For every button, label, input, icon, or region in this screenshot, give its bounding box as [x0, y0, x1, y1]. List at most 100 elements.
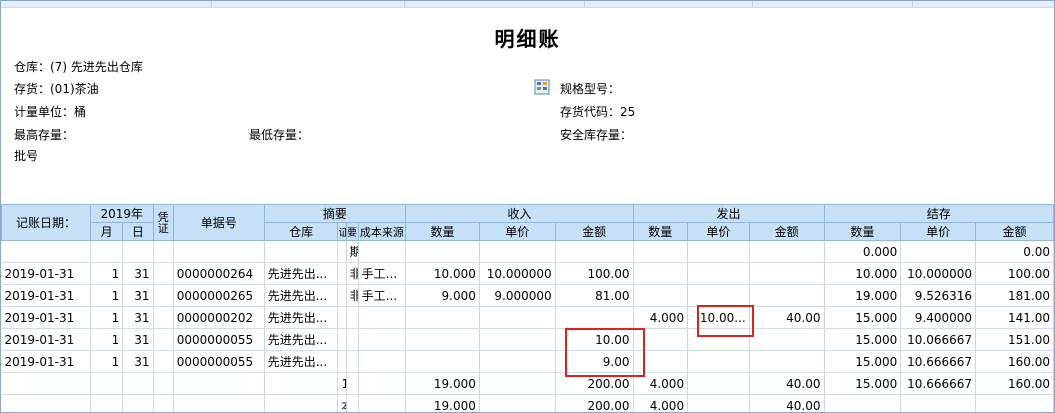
cell-receipt-price[interactable]	[479, 394, 556, 412]
cell-receipt-amount[interactable]: 100.00	[555, 262, 634, 285]
cell-balance-qty[interactable]: 15.000	[824, 328, 902, 351]
cell-doc-no[interactable]	[173, 240, 265, 263]
cell-receipt-amount[interactable]: 200.00	[555, 372, 634, 395]
cell-balance-qty[interactable]: 10.000	[824, 262, 902, 285]
cell-date[interactable]	[1, 372, 91, 395]
cell-doc-no[interactable]: 0000000055	[173, 328, 265, 351]
cell-receipt-price[interactable]	[479, 372, 556, 395]
cell-cost-source[interactable]	[358, 350, 407, 373]
cell-issue-qty[interactable]	[633, 350, 689, 373]
cell-receipt-qty[interactable]	[405, 350, 480, 373]
cell-balance-amount[interactable]: 151.00	[975, 328, 1054, 351]
cell-issue-qty[interactable]: 4.000	[633, 306, 689, 329]
cell-issue-qty[interactable]	[633, 284, 689, 307]
cell-doc-no[interactable]	[173, 394, 265, 412]
cell-receipt-qty[interactable]: 10.000	[405, 262, 480, 285]
cell-receipt-price[interactable]	[479, 328, 556, 351]
cell-issue-amount[interactable]: 40.00	[749, 372, 825, 395]
cell-date[interactable]: 2019-01-31	[1, 328, 91, 351]
cell-sub2[interactable]	[346, 350, 359, 373]
cell-date[interactable]: 2019-01-31	[1, 306, 91, 329]
cell-sub2[interactable]: 非	[346, 284, 359, 307]
cell-voucher[interactable]	[153, 372, 174, 395]
col-header-balance-amount[interactable]: 金额	[975, 222, 1054, 241]
cell-receipt-qty[interactable]	[405, 306, 480, 329]
cell-doc-no[interactable]: 0000000264	[173, 262, 265, 285]
cell-voucher[interactable]	[153, 328, 174, 351]
col-header-issue[interactable]: 发出	[632, 204, 825, 223]
cell-warehouse[interactable]: 先进先出...	[264, 328, 339, 351]
cell-warehouse[interactable]: 先进先出...	[264, 306, 339, 329]
cell-receipt-price[interactable]	[479, 350, 556, 373]
cell-warehouse[interactable]	[264, 372, 339, 395]
cell-cost-source[interactable]: 手工...	[358, 284, 407, 307]
table-row[interactable]: 本 19.000 200.004.000 40.00	[1, 394, 1054, 412]
col-header-year[interactable]: 2019年	[89, 204, 154, 223]
cell-day[interactable]: 31	[122, 306, 154, 329]
cell-balance-price[interactable]	[900, 240, 977, 263]
cell-receipt-price[interactable]: 10.000000	[479, 262, 556, 285]
col-header-balance[interactable]: 结存	[823, 204, 1054, 223]
cell-sub1[interactable]	[337, 262, 347, 285]
cell-issue-price[interactable]: 10.00...	[687, 306, 750, 329]
cell-sub1[interactable]	[337, 350, 347, 373]
cell-sub2[interactable]: 期	[346, 240, 359, 263]
col-header-issue-qty[interactable]: 数量	[632, 222, 689, 241]
col-header-receipt-amount[interactable]: 金额	[554, 222, 634, 241]
col-header-sub1[interactable]: 证摘	[337, 222, 347, 241]
cell-warehouse[interactable]	[264, 394, 339, 412]
cell-cost-source[interactable]	[358, 328, 407, 351]
cell-receipt-amount[interactable]	[555, 240, 634, 263]
cell-issue-price[interactable]	[687, 350, 750, 373]
cell-issue-qty[interactable]: 4.000	[633, 394, 689, 412]
col-header-date[interactable]: 记账日期：	[1, 204, 91, 241]
cell-day[interactable]	[122, 372, 154, 395]
cell-issue-price[interactable]	[687, 240, 750, 263]
table-row[interactable]: 2019-01-31 1 31 0000000055 先进先出... 10.00 15.00…	[1, 328, 1054, 351]
table-row[interactable]: 2019-01-311310000000265先进先出...非手工...9.00…	[1, 284, 1054, 307]
cell-date[interactable]	[1, 394, 91, 412]
cell-receipt-amount[interactable]: 10.00	[555, 328, 634, 351]
cell-voucher[interactable]	[153, 394, 174, 412]
cell-sub2[interactable]	[346, 328, 359, 351]
cell-balance-amount[interactable]: 160.00	[975, 350, 1054, 373]
cell-sub2[interactable]	[346, 394, 359, 412]
cell-month[interactable]	[90, 240, 124, 263]
cell-month[interactable]: 1	[90, 306, 124, 329]
col-header-cost-source[interactable]: 成本来源	[357, 222, 407, 241]
cell-receipt-qty[interactable]: 19.000	[405, 372, 480, 395]
col-header-doc-no[interactable]: 单据号	[172, 204, 265, 241]
cell-voucher[interactable]	[153, 262, 174, 285]
col-header-issue-price[interactable]: 单价	[687, 222, 750, 241]
cell-issue-qty[interactable]	[633, 262, 689, 285]
cell-day[interactable]: 31	[122, 262, 154, 285]
table-row[interactable]: 2019-01-31 1 31 0000000055 先进先出... 9.00 15.000…	[1, 350, 1054, 373]
col-header-receipt-qty[interactable]: 数量	[405, 222, 480, 241]
cell-day[interactable]: 31	[122, 350, 154, 373]
col-header-month[interactable]: 月	[89, 222, 124, 241]
cell-issue-price[interactable]	[687, 284, 750, 307]
cell-balance-qty[interactable]: 15.000	[824, 372, 902, 395]
table-row[interactable]: 1. 19.000 200.004.000 40.0015.00010.6666671…	[1, 372, 1054, 395]
cell-balance-qty[interactable]	[824, 394, 902, 412]
spec-document-icon[interactable]	[534, 79, 550, 95]
col-header-balance-price[interactable]: 单价	[900, 222, 977, 241]
cell-cost-source[interactable]	[358, 306, 407, 329]
cell-issue-qty[interactable]	[633, 240, 689, 263]
cell-receipt-qty[interactable]: 19.000	[405, 394, 480, 412]
cell-receipt-amount[interactable]	[555, 306, 634, 329]
cell-cost-source[interactable]	[358, 372, 407, 395]
cell-date[interactable]	[1, 240, 91, 263]
cell-receipt-qty[interactable]	[405, 328, 480, 351]
cell-cost-source[interactable]	[358, 394, 407, 412]
cell-sub1[interactable]: 本	[337, 394, 347, 412]
cell-month[interactable]: 1	[90, 328, 124, 351]
cell-sub2[interactable]: 非	[346, 262, 359, 285]
cell-balance-price[interactable]: 10.666667	[900, 372, 977, 395]
col-header-balance-qty[interactable]: 数量	[823, 222, 902, 241]
cell-receipt-qty[interactable]	[405, 240, 480, 263]
cell-balance-qty[interactable]: 0.000	[824, 240, 902, 263]
cell-issue-amount[interactable]	[749, 350, 825, 373]
cell-issue-price[interactable]	[687, 372, 750, 395]
table-row[interactable]: 期 0.000 0.00	[1, 240, 1054, 263]
